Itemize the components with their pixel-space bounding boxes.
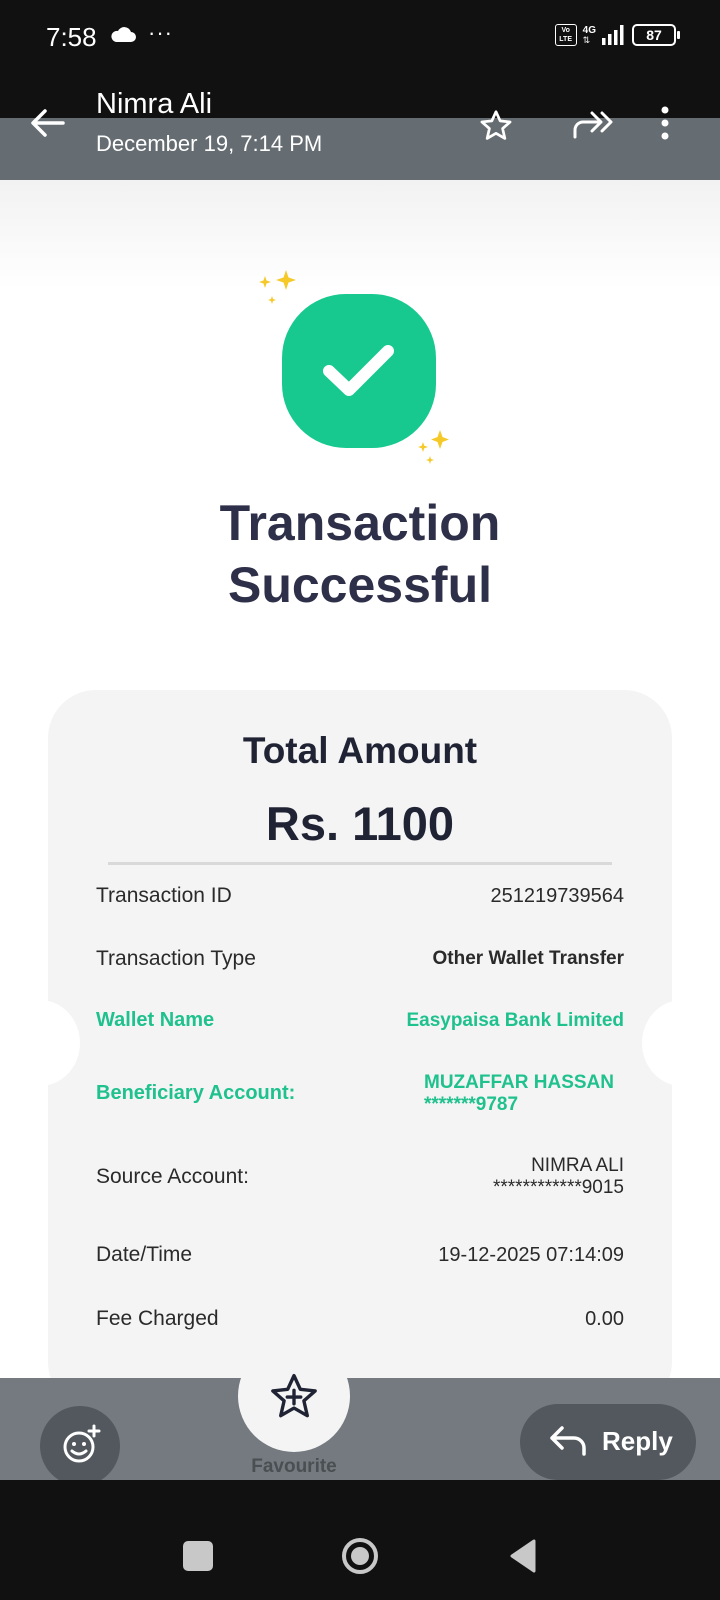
date-time-value: 19-12-2025 07:14:09 — [438, 1244, 624, 1266]
transaction-id-value: 251219739564 — [490, 885, 624, 907]
recents-icon[interactable] — [183, 1541, 213, 1571]
back-triangle-icon[interactable] — [508, 1538, 538, 1574]
title-line-1: Transaction — [219, 495, 501, 551]
transaction-id-label: Transaction ID — [96, 884, 232, 907]
clock: 7:58 — [46, 22, 97, 52]
forward-icon[interactable] — [572, 110, 614, 145]
success-check-icon — [282, 294, 436, 448]
fee-charged-value: 0.00 — [585, 1308, 624, 1330]
volte-icon: Vo LTE — [554, 24, 577, 46]
message-date: December 19, 7:14 PM — [96, 131, 323, 156]
favourite-label[interactable]: Favourite — [238, 1456, 350, 1478]
total-amount-label: Total Amount — [242, 730, 478, 771]
signal-icon — [602, 25, 624, 45]
date-time-label: Date/Time — [96, 1243, 193, 1266]
page-title: Transaction Successful — [0, 492, 720, 616]
back-arrow-icon[interactable] — [30, 108, 66, 143]
reply-button[interactable]: Reply — [520, 1404, 696, 1480]
card-notch-left — [0, 1000, 80, 1086]
title-line-2: Successful — [227, 557, 492, 613]
home-icon[interactable] — [340, 1536, 380, 1576]
wallet-name-value: Easypaisa Bank Limited — [406, 1010, 624, 1031]
sender-name: Nimra Ali — [96, 88, 213, 120]
reply-arrow-icon — [550, 1426, 586, 1456]
source-account-label: Source Account: — [96, 1165, 249, 1188]
transaction-type-value: Other Wallet Transfer — [432, 948, 624, 969]
sparkle-icon — [418, 430, 449, 464]
star-plus-icon[interactable] — [267, 1370, 321, 1429]
add-emoji-icon — [63, 1424, 101, 1463]
battery-icon: 87 — [632, 24, 680, 46]
cloud-icon — [110, 27, 136, 48]
star-icon[interactable] — [478, 108, 514, 149]
more-options-icon[interactable] — [660, 106, 670, 145]
emoji-reaction-button[interactable] — [40, 1406, 120, 1486]
beneficiary-account-value: MUZAFFAR HASSAN *******9787 — [424, 1072, 614, 1115]
fee-charged-label: Fee Charged — [96, 1307, 219, 1330]
card-notch-right — [642, 1000, 720, 1086]
beneficiary-account-label: Beneficiary Account: — [96, 1082, 296, 1104]
reply-label: Reply — [602, 1426, 673, 1456]
network-icon: 4G ⇅ — [582, 24, 596, 45]
source-account-value: NIMRA ALI ************9015 — [493, 1155, 624, 1198]
status-icons: Vo LTE 4G ⇅ 87 — [554, 24, 680, 46]
more-notifications-indicator: ··· — [148, 20, 173, 45]
transaction-type-label: Transaction Type — [96, 947, 256, 970]
total-amount-value: Rs. 1100 — [265, 797, 455, 850]
wallet-name-label: Wallet Name — [96, 1009, 215, 1031]
divider — [108, 862, 612, 865]
content-top-fade — [0, 180, 720, 290]
